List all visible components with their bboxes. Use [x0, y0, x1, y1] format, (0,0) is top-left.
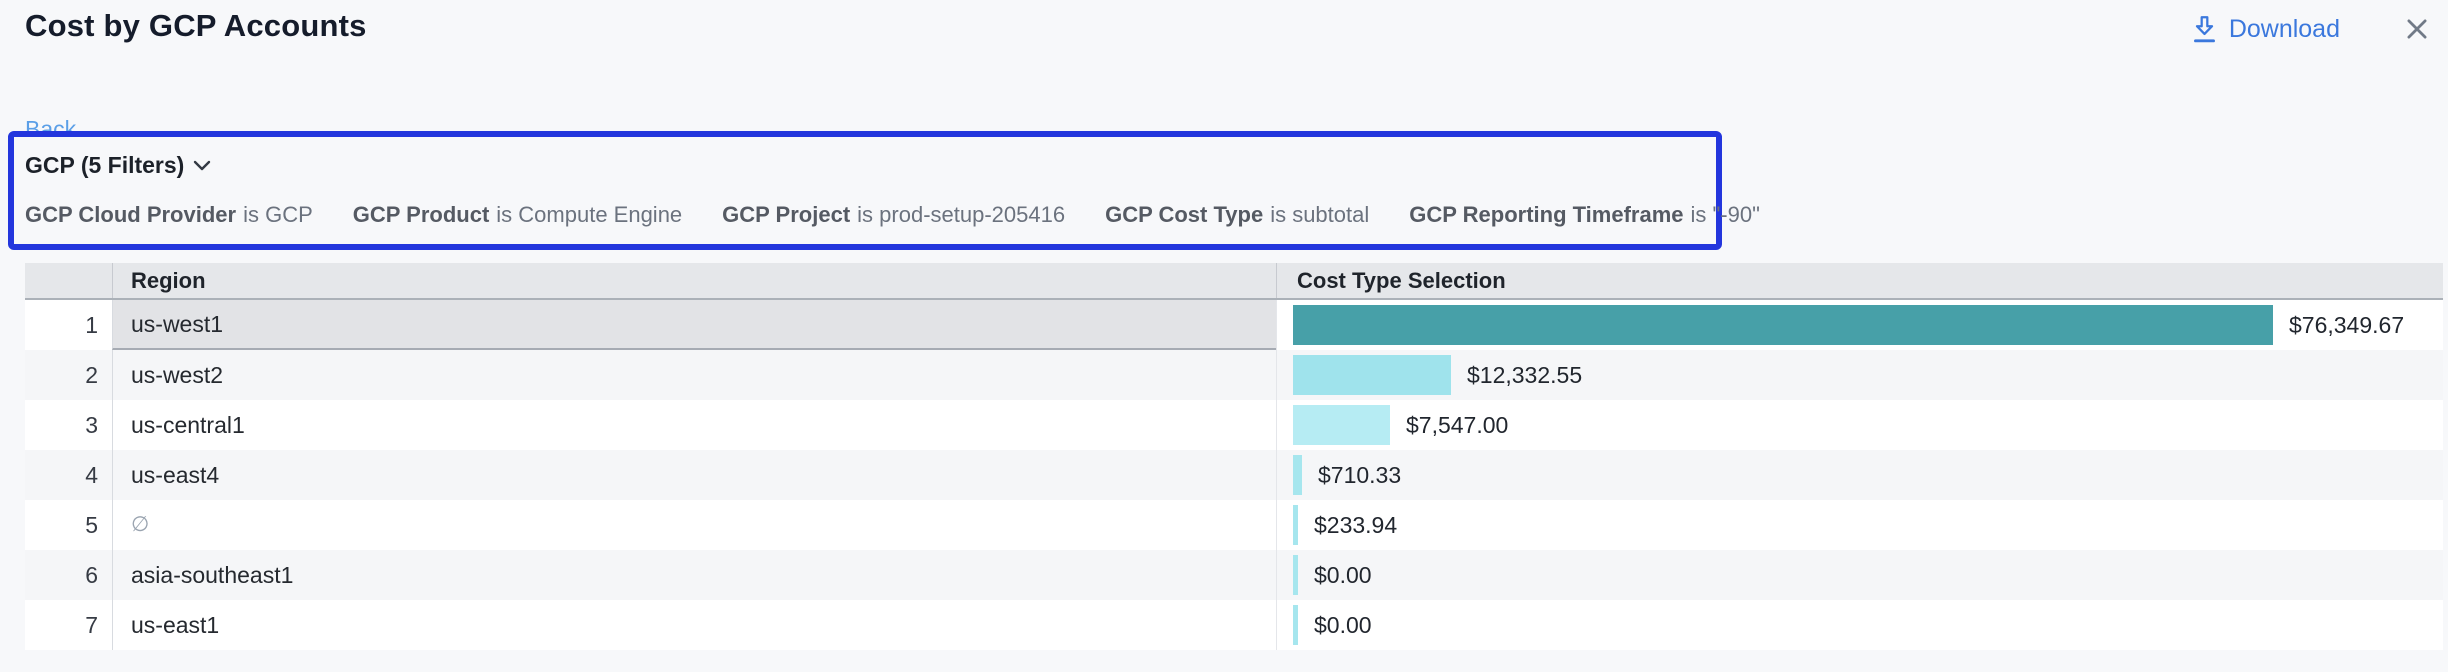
- filter-field: GCP Cost Type: [1105, 202, 1263, 227]
- header-cost-column[interactable]: Cost Type Selection: [1276, 263, 2443, 298]
- region-cell[interactable]: us-east4: [112, 450, 1276, 500]
- row-number: 5: [25, 500, 112, 550]
- filter-condition: is "-90": [1691, 202, 1760, 227]
- cost-value: $7,547.00: [1406, 412, 1508, 439]
- cost-cell: $0.00: [1276, 600, 2443, 650]
- cost-value: $233.94: [1314, 512, 1397, 539]
- row-number: 2: [25, 350, 112, 400]
- header-actions: Download: [2191, 10, 2436, 48]
- filter-condition: is prod-setup-205416: [857, 202, 1065, 227]
- header-index-column: [25, 263, 112, 298]
- region-cell[interactable]: us-west2: [112, 350, 1276, 400]
- table-row[interactable]: 6 asia-southeast1 $0.00: [25, 550, 2443, 600]
- row-number: 7: [25, 600, 112, 650]
- region-cell[interactable]: asia-southeast1: [112, 550, 1276, 600]
- cost-bar: [1293, 455, 1302, 495]
- table-row[interactable]: 5 ∅ $233.94: [25, 500, 2443, 550]
- table-row[interactable]: 2 us-west2 $12,332.55: [25, 350, 2443, 400]
- region-cell[interactable]: us-west1: [112, 300, 1276, 350]
- region-cell[interactable]: us-central1: [112, 400, 1276, 450]
- cost-table: Region Cost Type Selection 1 us-west1 $7…: [25, 263, 2443, 650]
- filter-pill-reporting-timeframe[interactable]: GCP Reporting Timeframe is "-90": [1409, 202, 1760, 228]
- cost-cell: $0.00: [1276, 550, 2443, 600]
- row-number: 3: [25, 400, 112, 450]
- row-number: 4: [25, 450, 112, 500]
- filter-group-dropdown[interactable]: GCP (5 Filters): [25, 152, 211, 179]
- filter-field: GCP Reporting Timeframe: [1409, 202, 1683, 227]
- cost-value: $0.00: [1314, 562, 1372, 589]
- cost-bar: [1293, 405, 1390, 445]
- filter-condition: is subtotal: [1270, 202, 1369, 227]
- filter-field: GCP Cloud Provider: [25, 202, 236, 227]
- cost-bar: [1293, 555, 1298, 595]
- filter-pill-project[interactable]: GCP Project is prod-setup-205416: [722, 202, 1065, 228]
- download-icon: [2191, 14, 2218, 44]
- cost-value: $76,349.67: [2289, 312, 2404, 339]
- cost-cell: $710.33: [1276, 450, 2443, 500]
- filter-pill-cost-type[interactable]: GCP Cost Type is subtotal: [1105, 202, 1369, 228]
- close-button[interactable]: [2398, 10, 2436, 48]
- cost-value: $0.00: [1314, 612, 1372, 639]
- cost-cell: $76,349.67: [1276, 300, 2443, 350]
- download-label: Download: [2229, 15, 2340, 44]
- chevron-down-icon: [193, 160, 211, 171]
- cost-value: $710.33: [1318, 462, 1401, 489]
- filter-field: GCP Product: [353, 202, 490, 227]
- filter-pill-list: GCP Cloud Provider is GCP GCP Productis C…: [25, 202, 1716, 228]
- table-row[interactable]: 4 us-east4 $710.33: [25, 450, 2443, 500]
- filter-condition: is GCP: [243, 202, 313, 227]
- cost-bar: [1293, 355, 1451, 395]
- header-region-column[interactable]: Region: [112, 263, 1276, 298]
- filter-pill-product[interactable]: GCP Productis Compute Engine: [353, 202, 682, 228]
- filter-condition: is Compute Engine: [496, 202, 682, 227]
- table-header: Region Cost Type Selection: [25, 263, 2443, 300]
- download-button[interactable]: Download: [2191, 14, 2340, 44]
- filter-pill-cloud-provider[interactable]: GCP Cloud Provider is GCP: [25, 202, 313, 228]
- cost-bar: [1293, 305, 2273, 345]
- close-icon: [2402, 14, 2432, 44]
- region-cell[interactable]: us-east1: [112, 600, 1276, 650]
- filter-highlight-box: GCP (5 Filters) GCP Cloud Provider is GCP…: [8, 131, 1722, 250]
- row-number: 1: [25, 300, 112, 350]
- cost-cell: $12,332.55: [1276, 350, 2443, 400]
- cost-flyout: Cost by GCP Accounts Download Back GCP (…: [0, 0, 2448, 672]
- cost-value: $12,332.55: [1467, 362, 1582, 389]
- cost-cell: $7,547.00: [1276, 400, 2443, 450]
- table-row[interactable]: 1 us-west1 $76,349.67: [25, 300, 2443, 350]
- filter-field: GCP Project: [722, 202, 850, 227]
- cost-cell: $233.94: [1276, 500, 2443, 550]
- table-row[interactable]: 7 us-east1 $0.00: [25, 600, 2443, 650]
- region-cell[interactable]: ∅: [112, 500, 1276, 550]
- table-row[interactable]: 3 us-central1 $7,547.00: [25, 400, 2443, 450]
- cost-bar: [1293, 505, 1298, 545]
- cost-bar: [1293, 605, 1298, 645]
- row-number: 6: [25, 550, 112, 600]
- page-title: Cost by GCP Accounts: [25, 8, 367, 44]
- filter-group-label: GCP (5 Filters): [25, 152, 184, 179]
